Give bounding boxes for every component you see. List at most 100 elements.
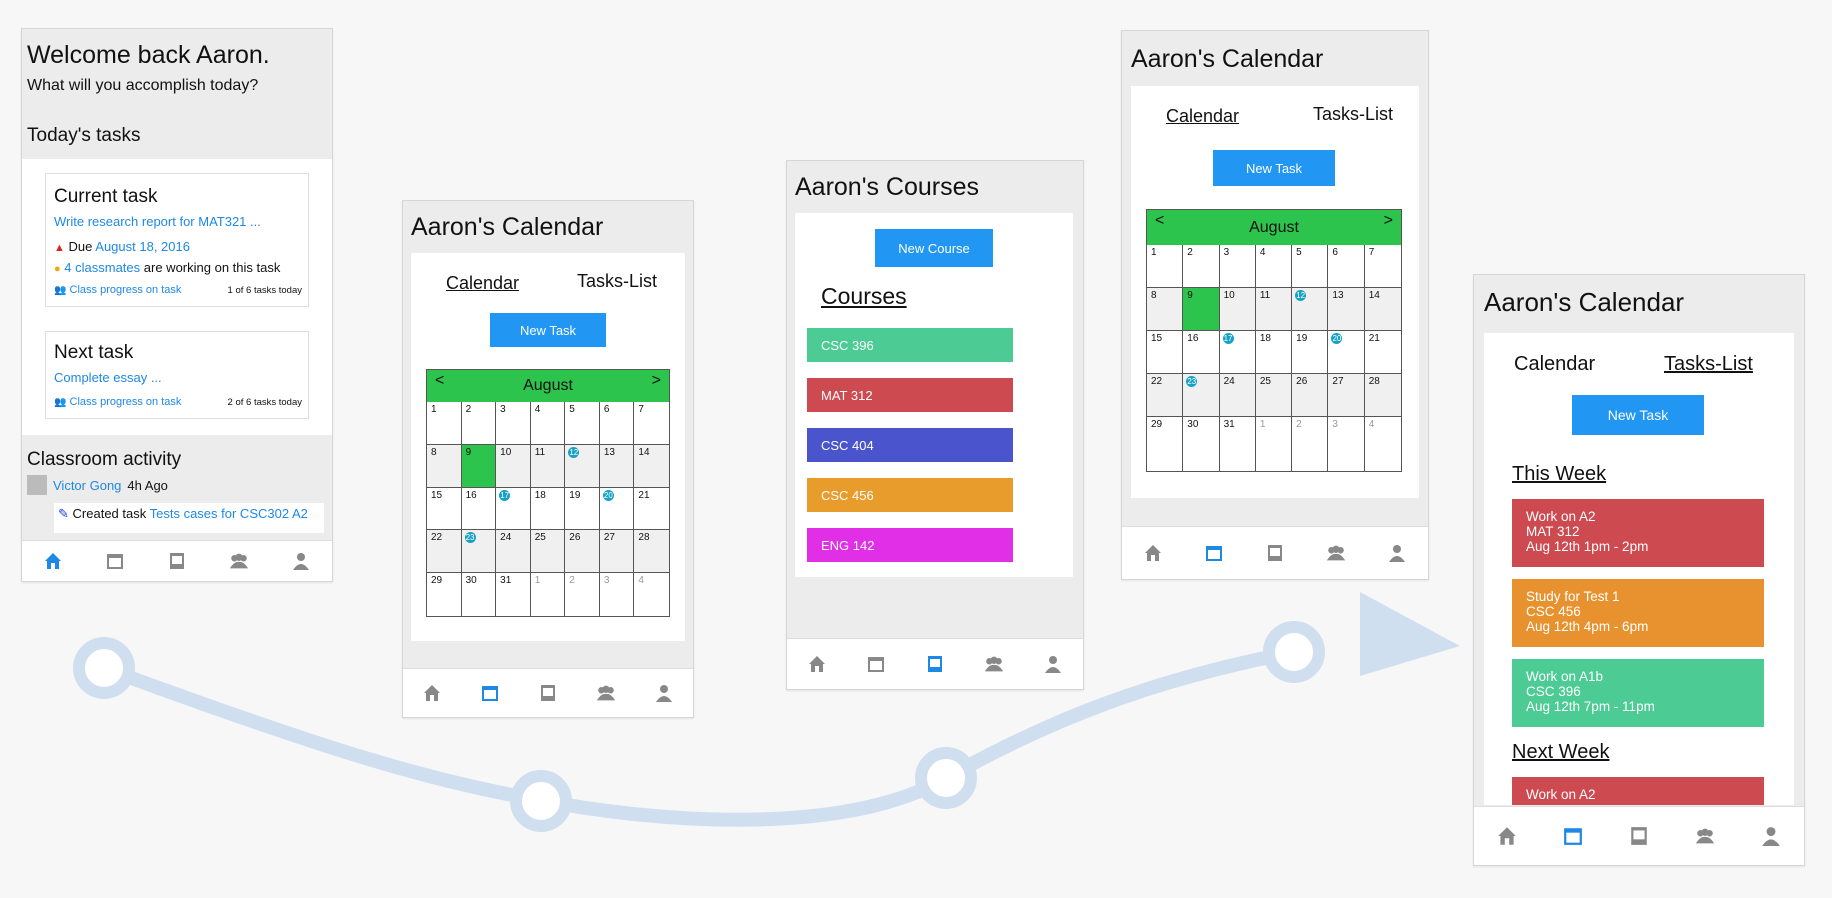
class-progress-link[interactable]: Class progress on task (70, 284, 182, 296)
user-icon[interactable] (1760, 825, 1782, 847)
calendar-day[interactable]: 23 (461, 530, 497, 574)
calendar-day[interactable]: 9 (461, 444, 497, 488)
calendar-day[interactable]: 10 (496, 444, 531, 488)
calendar-day[interactable]: 21 (1364, 331, 1401, 375)
calendar-day[interactable]: 2 (1183, 245, 1220, 289)
calendar-day[interactable]: 14 (634, 444, 669, 488)
calendar-day[interactable]: 6 (599, 402, 635, 445)
calendar-day[interactable]: 28 (1364, 374, 1401, 418)
calendar-day[interactable]: 12 (1292, 288, 1329, 332)
next-task-link[interactable]: Complete essay ... (54, 370, 162, 385)
calendar-day[interactable]: 3 (1219, 245, 1256, 289)
calendar-day[interactable]: 11 (530, 444, 566, 488)
calendar-day[interactable]: 10 (1219, 288, 1256, 332)
calendar-day[interactable]: 27 (1328, 374, 1365, 418)
calendar-day[interactable]: 15 (427, 487, 462, 531)
calendar-day[interactable]: 21 (634, 488, 669, 531)
calendar-day[interactable]: 24 (1219, 374, 1256, 418)
group-icon[interactable] (228, 550, 250, 572)
calendar-day[interactable]: 20 (599, 487, 635, 531)
task-card[interactable]: Study for Test 1 CSC 456 Aug 12th 4pm - 6p… (1512, 579, 1764, 647)
classmates-link[interactable]: 4 classmates (64, 260, 140, 275)
calendar-day[interactable]: 22 (1147, 374, 1184, 418)
calendar-day[interactable]: 8 (1147, 288, 1184, 332)
home-icon[interactable] (806, 653, 828, 675)
calendar-day[interactable]: 5 (565, 402, 600, 445)
calendar-day[interactable]: 22 (427, 530, 462, 574)
calendar-day[interactable]: 3 (496, 402, 531, 445)
book-icon[interactable] (924, 653, 946, 675)
user-icon[interactable] (290, 550, 312, 572)
calendar-day[interactable]: 4 (1365, 417, 1401, 471)
book-icon[interactable] (166, 550, 188, 572)
calendar-day[interactable]: 31 (1220, 417, 1256, 471)
task-card[interactable]: Work on A2 (1512, 777, 1764, 805)
class-progress-link[interactable]: Class progress on task (70, 396, 182, 408)
course-item[interactable]: ENG 142 (807, 528, 1013, 562)
prev-month-button[interactable]: < (435, 372, 444, 390)
calendar-day[interactable]: 4 (530, 402, 566, 445)
calendar-day[interactable]: 1 (427, 402, 462, 445)
calendar-day[interactable]: 27 (599, 530, 635, 574)
calendar-icon[interactable] (1203, 542, 1225, 564)
calendar-day[interactable]: 7 (1364, 245, 1401, 289)
current-task-link[interactable]: Write research report for MAT321 ... (54, 214, 261, 229)
calendar-day[interactable]: 20 (1328, 331, 1365, 375)
next-month-button[interactable]: > (652, 372, 661, 390)
calendar-icon[interactable] (1562, 825, 1584, 847)
calendar-day[interactable]: 16 (1183, 331, 1220, 375)
calendar-day[interactable]: 24 (496, 530, 531, 574)
calendar-day[interactable]: 3 (1328, 417, 1365, 471)
prev-month-button[interactable]: < (1155, 212, 1164, 230)
new-task-button[interactable]: New Task (490, 313, 606, 347)
calendar-day[interactable]: 17 (1219, 331, 1256, 375)
course-item[interactable]: MAT 312 (807, 378, 1013, 412)
calendar-day[interactable]: 9 (1183, 288, 1220, 332)
next-task-card[interactable]: Next task Complete essay ... 👥 Class pro… (45, 331, 309, 419)
calendar-day[interactable]: 30 (462, 573, 497, 616)
user-icon[interactable] (1042, 653, 1064, 675)
activity-task-link[interactable]: Tests cases for CSC302 A2 (150, 506, 308, 521)
calendar-day[interactable]: 13 (599, 444, 635, 488)
home-icon[interactable] (1142, 542, 1164, 564)
calendar-day[interactable]: 15 (1147, 331, 1184, 375)
calendar-day[interactable]: 18 (530, 487, 566, 531)
calendar-day[interactable]: 1 (1256, 417, 1293, 471)
course-item[interactable]: CSC 404 (807, 428, 1013, 462)
calendar-day[interactable]: 30 (1183, 417, 1220, 471)
calendar-day[interactable]: 2 (1292, 417, 1329, 471)
calendar-day[interactable]: 6 (1328, 245, 1365, 289)
tab-calendar[interactable]: Calendar (446, 273, 519, 294)
calendar-day[interactable]: 4 (634, 573, 669, 616)
calendar-icon[interactable] (104, 550, 126, 572)
calendar-day[interactable]: 2 (461, 402, 497, 445)
tab-tasks-list[interactable]: Tasks-List (1313, 104, 1393, 125)
task-card[interactable]: Work on A2 MAT 312 Aug 12th 1pm - 2pm (1512, 499, 1764, 567)
calendar-day[interactable]: 4 (1255, 245, 1293, 289)
calendar-icon[interactable] (865, 653, 887, 675)
calendar-day[interactable]: 14 (1364, 288, 1401, 332)
course-item[interactable]: CSC 396 (807, 328, 1013, 362)
calendar-day[interactable]: 17 (496, 487, 531, 531)
calendar-day[interactable]: 18 (1255, 331, 1293, 375)
due-date[interactable]: August 18, 2016 (95, 239, 190, 254)
user-icon[interactable] (653, 682, 675, 704)
calendar-day[interactable]: 5 (1292, 245, 1329, 289)
calendar-day[interactable]: 31 (496, 573, 531, 616)
calendar-day[interactable]: 8 (427, 444, 462, 488)
calendar-icon[interactable] (479, 682, 501, 704)
book-icon[interactable] (1264, 542, 1286, 564)
home-icon[interactable] (421, 682, 443, 704)
calendar-day[interactable]: 26 (565, 530, 600, 574)
user-icon[interactable] (1386, 542, 1408, 564)
activity-user[interactable]: Victor Gong (53, 478, 121, 493)
book-icon[interactable] (1628, 825, 1650, 847)
calendar-day[interactable]: 16 (461, 487, 497, 531)
home-icon[interactable] (1496, 825, 1518, 847)
current-task-card[interactable]: Current task Write research report for M… (45, 173, 309, 307)
home-icon[interactable] (42, 550, 64, 572)
calendar-day[interactable]: 11 (1255, 288, 1293, 332)
calendar-day[interactable]: 29 (1147, 417, 1184, 471)
calendar-day[interactable]: 1 (1147, 245, 1184, 289)
tab-tasks-list[interactable]: Tasks-List (577, 271, 657, 292)
